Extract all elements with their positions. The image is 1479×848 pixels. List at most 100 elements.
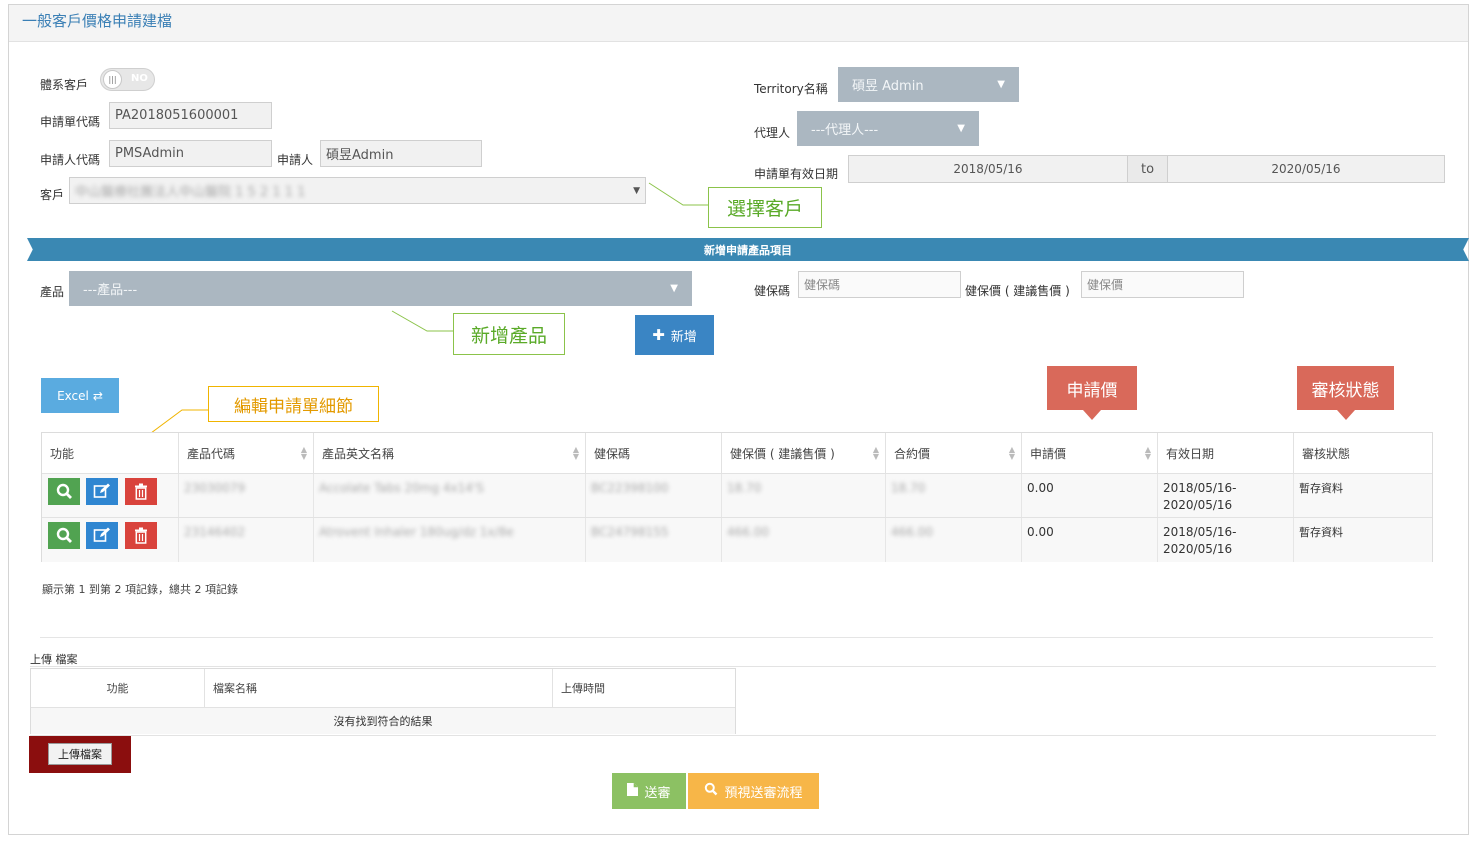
view-button[interactable] xyxy=(48,478,80,505)
cell-nhi-price: 18.70 xyxy=(722,474,886,518)
submit-button[interactable]: 送審 xyxy=(612,773,686,809)
chevron-down-icon: ▼ xyxy=(997,79,1005,90)
edit-button[interactable] xyxy=(86,478,118,505)
view-button[interactable] xyxy=(48,522,80,549)
title-bar xyxy=(9,5,1468,42)
agent-label: 代理人 xyxy=(754,126,791,140)
territory-label: Territory名稱 xyxy=(754,82,828,96)
upload-divider xyxy=(30,735,1436,736)
cell-apply-price: 0.00 xyxy=(1022,474,1158,518)
app-no-field[interactable]: PA2018051600001 xyxy=(109,102,272,129)
territory-select[interactable]: 碩昱 Admin ▼ xyxy=(838,67,1019,102)
upload-table: 功能 檔案名稱 上傳時間 沒有找到符合的結果 xyxy=(30,668,736,734)
upload-col-time[interactable]: 上傳時間 xyxy=(553,669,735,707)
edit-button[interactable] xyxy=(86,522,118,549)
product-grid: 功能 產品代碼 ▲ ▼ 產品英文名稱 ▲ ▼ 健保碼 健保價 ( 建議售價 ) ▲ ▼ 合約… xyxy=(41,432,1433,562)
nhi-code-input[interactable]: 健保碼 xyxy=(798,271,961,298)
cell-contract-price: 18.70 xyxy=(886,474,1022,518)
upload-button-highlight: 上傳檔案 xyxy=(29,736,131,773)
callout-add-product: 新增產品 xyxy=(453,313,565,355)
agent-select[interactable]: ---代理人--- ▼ xyxy=(797,111,979,146)
edit-icon xyxy=(93,527,110,542)
col-header-product-code[interactable]: 產品代碼 ▲ ▼ xyxy=(179,433,314,473)
row-actions xyxy=(42,474,179,518)
applicant-field[interactable]: 碩昱Admin xyxy=(320,140,482,167)
product-label: 產品 xyxy=(40,285,65,299)
valid-to-word: to xyxy=(1127,155,1168,183)
cell-apply-price: 0.00 xyxy=(1022,518,1158,562)
preview-flow-button[interactable]: 預視送審流程 xyxy=(688,773,819,809)
valid-to-field[interactable]: 2020/05/16 xyxy=(1167,155,1445,183)
search-icon xyxy=(56,483,72,499)
preview-flow-button-label: 預視送審流程 xyxy=(724,785,803,801)
applicant-code-label: 申請人代碼 xyxy=(40,153,101,167)
applicant-code-field[interactable]: PMSAdmin xyxy=(109,140,272,167)
valid-date-label: 申請單有效日期 xyxy=(754,167,839,181)
sort-icon: ▲ ▼ xyxy=(572,445,579,461)
col-header-nhi-price[interactable]: 健保價 ( 建議售價 ) ▲ ▼ xyxy=(722,433,886,473)
col-header-contract-price[interactable]: 合約價 ▲ ▼ xyxy=(886,433,1022,473)
upload-section-title: 上傳 檔案 xyxy=(30,653,78,666)
chevron-down-icon: ▼ xyxy=(633,185,640,196)
callout-apply-price-text: 申請價 xyxy=(1066,380,1118,401)
table-record-info: 顯示第 1 到第 2 項記錄，總共 2 項記錄 xyxy=(42,583,238,596)
callout-pointer xyxy=(1336,410,1355,420)
callout-select-customer: 選擇客戶 xyxy=(708,187,822,228)
trash-icon xyxy=(135,483,147,500)
col-header-nhi-code[interactable]: 健保碼 xyxy=(586,433,722,473)
add-product-button[interactable]: ✚ 新增 xyxy=(635,315,714,355)
app-no-label: 申請單代碼 xyxy=(40,115,101,129)
cell-nhi-code: BC22398100 xyxy=(586,474,722,518)
row-actions xyxy=(42,518,179,562)
search-icon xyxy=(56,527,72,543)
delete-button[interactable] xyxy=(125,478,157,505)
upload-file-button[interactable]: 上傳檔案 xyxy=(48,743,112,765)
submit-button-label: 送審 xyxy=(644,785,671,801)
cell-nhi-price: 466.00 xyxy=(722,518,886,562)
search-icon xyxy=(704,782,718,800)
valid-from-field[interactable]: 2018/05/16 xyxy=(848,155,1128,183)
cell-product-name: Atrovent Inhaler 180ug/dz 1x/8e xyxy=(314,518,586,562)
col-header-valid-date[interactable]: 有效日期 xyxy=(1158,433,1294,473)
upload-col-filename[interactable]: 檔案名稱 xyxy=(205,669,553,707)
sort-icon: ▲ ▼ xyxy=(872,445,879,461)
callout-edit-detail: 編輯申請單細節 xyxy=(208,386,379,422)
trash-icon xyxy=(135,527,147,544)
sort-icon: ▲ ▼ xyxy=(300,445,307,461)
cell-review-status: 暫存資料 xyxy=(1299,482,1343,495)
sort-icon: ▲ ▼ xyxy=(1008,445,1015,461)
nhi-price-input[interactable]: 健保價 xyxy=(1081,271,1244,298)
system-customer-toggle[interactable]: ||| NO xyxy=(100,68,155,91)
callout-review-status: 審核狀態 xyxy=(1297,366,1394,420)
cell-review-status: 暫存資料 xyxy=(1299,526,1343,539)
chevron-down-icon: ▼ xyxy=(670,283,678,294)
toggle-state-text: NO xyxy=(131,73,148,84)
nhi-code-label: 健保碼 xyxy=(754,284,791,298)
callout-apply-price: 申請價 xyxy=(1047,366,1137,420)
system-customer-label: 體系客戶 xyxy=(40,78,89,92)
chevron-down-icon: ▼ xyxy=(957,123,965,134)
customer-select[interactable]: 中山醫療社團法人中山醫院 1 5 2 1 1 1 ▼ xyxy=(69,177,646,204)
cell-product-name: Accolate Tabs 20mg 4x14'S xyxy=(314,474,586,518)
excel-button[interactable]: Excel ⇄ xyxy=(41,378,119,413)
customer-select-value: 中山醫療社團法人中山醫院 1 5 2 1 1 1 xyxy=(75,185,306,200)
add-product-button-label: 新增 xyxy=(670,329,697,345)
exchange-icon: ⇄ xyxy=(92,388,103,403)
product-select[interactable]: ---產品--- ▼ xyxy=(69,271,692,306)
territory-value: 碩昱 Admin xyxy=(852,79,924,94)
file-icon xyxy=(627,782,639,800)
cell-product-code: 23146402 xyxy=(179,518,314,562)
delete-button[interactable] xyxy=(125,522,157,549)
edit-icon xyxy=(93,483,110,498)
cell-product-code: 23030079 xyxy=(179,474,314,518)
cell-nhi-code: BC24798155 xyxy=(586,518,722,562)
applicant-label: 申請人 xyxy=(277,153,314,167)
nhi-price-label: 健保價 ( 建議售價 ) xyxy=(965,284,1070,298)
product-select-value: ---產品--- xyxy=(83,283,138,298)
table-row: 23146402 Atrovent Inhaler 180ug/dz 1x/8e… xyxy=(42,517,1432,562)
col-header-apply-price[interactable]: 申請價 ▲ ▼ xyxy=(1022,433,1158,473)
upload-empty-message: 沒有找到符合的結果 xyxy=(31,707,735,734)
agent-value: ---代理人--- xyxy=(811,123,879,138)
col-header-product-name[interactable]: 產品英文名稱 ▲ ▼ xyxy=(314,433,586,473)
col-header-review-status[interactable]: 審核狀態 xyxy=(1294,433,1432,473)
